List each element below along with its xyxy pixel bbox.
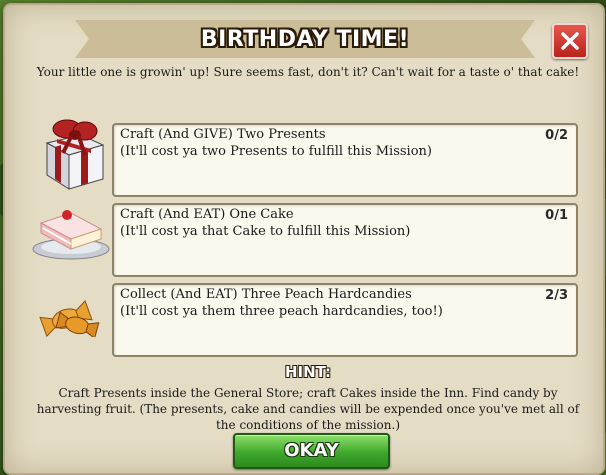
mission-dialog: BIRTHDAY TIME! Your little one is growin… — [3, 3, 605, 475]
close-x-icon — [561, 32, 579, 50]
dialog-title: BIRTHDAY TIME! — [200, 27, 410, 52]
hint-label: HINT: — [284, 363, 332, 381]
mission-cost: (It'll cost ya them three peach hardcand… — [120, 304, 443, 319]
mission-item: Craft (And EAT) One Cake (It'll cost ya … — [112, 203, 578, 277]
mission-progress: 2/3 — [545, 288, 568, 303]
candy-icon — [39, 300, 100, 337]
mission-cost: (It'll cost ya two Presents to fulfill t… — [120, 144, 432, 159]
close-button[interactable] — [552, 23, 588, 59]
mission-progress: 0/2 — [545, 128, 568, 143]
hint-text: Craft Presents inside the General Store;… — [36, 386, 580, 432]
mission-item: Craft (And GIVE) Two Presents (It'll cos… — [112, 123, 578, 197]
dialog-subtitle: Your little one is growin' up! Sure seem… — [36, 65, 580, 79]
okay-button[interactable]: OKAY — [233, 433, 390, 469]
mission-name: Craft (And GIVE) Two Presents — [120, 127, 326, 142]
mission-name: Craft (And EAT) One Cake — [120, 207, 294, 222]
mission-name: Collect (And EAT) Three Peach Hardcandie… — [120, 287, 412, 302]
cake-icon — [32, 210, 110, 260]
mission-item: Collect (And EAT) Three Peach Hardcandie… — [112, 283, 578, 357]
present-icon — [45, 119, 105, 190]
mission-progress: 0/1 — [545, 208, 568, 223]
mission-cost: (It'll cost ya that Cake to fulfill this… — [120, 224, 411, 239]
